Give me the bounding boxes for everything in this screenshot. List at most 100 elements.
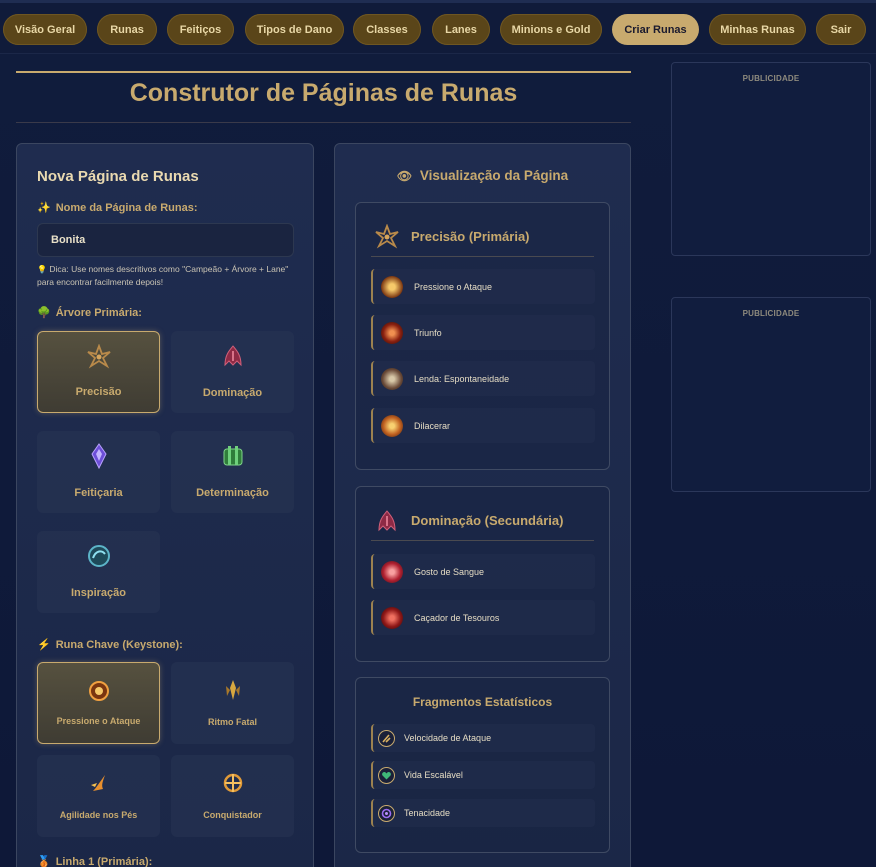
nav-tipos-de-dano[interactable]: Tipos de Dano	[245, 14, 344, 45]
tree-option-sorcery[interactable]: Feitiçaria	[37, 431, 160, 513]
tree-name: Precisão	[75, 386, 122, 398]
keystone-option-press-the-attack[interactable]: Pressione o Ataque	[37, 662, 160, 744]
primary-tree-label-text: Árvore Primária:	[55, 306, 142, 319]
lethal-tempo-icon	[225, 680, 240, 700]
preview-title-text: Visualização da Página	[419, 168, 569, 183]
treasure-hunter-icon	[381, 606, 403, 629]
rune-name: Pressione o Ataque	[414, 281, 493, 292]
keystone-name: Pressione o Ataque	[56, 716, 141, 726]
secondary-rune-row: Caçador de Tesouros	[371, 600, 595, 635]
rune-name: Caçador de Tesouros	[414, 612, 500, 623]
shard-name: Tenacidade	[404, 808, 451, 818]
shard-row: Vida Escalável	[371, 761, 595, 789]
nav-lanes[interactable]: Lanes	[432, 14, 490, 45]
tree-option-precision[interactable]: Precisão	[37, 331, 160, 413]
preview-title: 👁 Visualização da Página	[335, 168, 630, 183]
taste-of-blood-icon	[381, 560, 403, 583]
primary-tree-preview: Precisão (Primária) Pressione o Ataque T…	[355, 202, 610, 470]
rune-name: Triunfo	[414, 327, 442, 338]
sorcery-icon	[90, 443, 107, 469]
precision-icon	[375, 223, 399, 248]
primary-rune-row: Triunfo	[371, 315, 595, 350]
keystone-name: Agilidade nos Pés	[59, 810, 138, 820]
shard-name: Vida Escalável	[404, 770, 463, 780]
keystone-label: ⚡ Runa Chave (Keystone):	[37, 638, 183, 652]
nav-minhas-runas[interactable]: Minhas Runas	[709, 14, 806, 45]
nav-sair[interactable]: Sair	[816, 14, 866, 45]
tree-option-inspiration[interactable]: Inspiração	[37, 531, 160, 613]
rune-name: Dilacerar	[414, 420, 451, 431]
keystone-label-text: Runa Chave (Keystone):	[55, 638, 183, 651]
keystone-option-fleet-footwork[interactable]: Agilidade nos Pés	[37, 755, 160, 837]
page-name-label: ✨ Nome da Página de Runas:	[37, 201, 198, 215]
nav-criar-runas[interactable]: Criar Runas	[612, 14, 699, 45]
shards-title: Fragmentos Estatísticos	[412, 695, 553, 709]
tree-name: Determinação	[196, 487, 269, 499]
resolve-icon	[223, 446, 242, 466]
lightbulb-icon: 💡	[37, 265, 47, 274]
eye-icon: 👁	[396, 169, 413, 183]
inspiration-icon	[87, 545, 110, 567]
secondary-tree-title: Dominação (Secundária)	[411, 513, 564, 528]
row1-label: 🥉 Linha 1 (Primária):	[37, 855, 152, 867]
shard-name: Velocidade de Ataque	[404, 733, 492, 743]
primary-rune-row: Pressione o Ataque	[371, 269, 595, 304]
nav-minions-e-gold[interactable]: Minions e Gold	[500, 14, 602, 45]
tree-icon: 🌳	[37, 307, 51, 319]
attack-speed-icon	[378, 729, 395, 747]
row1-label-text: Linha 1 (Primária):	[55, 855, 153, 867]
ad-slot-bottom: PUBLICIDADE	[671, 297, 871, 492]
keystone-option-lethal-tempo[interactable]: Ritmo Fatal	[171, 662, 294, 744]
primary-rune-row: Dilacerar	[371, 408, 595, 443]
rune-name: Lenda: Espontaneidade	[414, 373, 510, 384]
shard-row: Tenacidade	[371, 799, 595, 827]
page-title-bar: Construtor de Páginas de Runas	[16, 71, 631, 123]
stat-shards-preview: Fragmentos Estatísticos Velocidade de At…	[355, 677, 610, 853]
page-name-input[interactable]	[37, 223, 294, 257]
conqueror-icon	[223, 773, 242, 793]
primary-rune-row: Lenda: Espontaneidade	[371, 361, 595, 396]
primary-tree-label: 🌳 Árvore Primária:	[37, 306, 142, 320]
ad-label: PUBLICIDADE	[742, 74, 800, 83]
rune-name: Gosto de Sangue	[414, 566, 485, 577]
tree-name: Dominação	[202, 387, 263, 399]
lightning-icon: ⚡	[37, 639, 51, 651]
domination-icon	[223, 345, 242, 367]
tree-option-resolve[interactable]: Determinação	[171, 431, 294, 513]
press-the-attack-icon	[88, 681, 109, 701]
ad-label: PUBLICIDADE	[742, 309, 800, 318]
tree-option-domination[interactable]: Dominação	[171, 331, 294, 413]
fleet-footwork-icon	[90, 775, 105, 791]
domination-icon	[378, 509, 396, 531]
page-title: Construtor de Páginas de Runas	[129, 79, 518, 107]
rune-builder-panel: Nova Página de Runas ✨ Nome da Página de…	[16, 143, 314, 867]
tree-name: Feitiçaria	[74, 487, 123, 499]
press-the-attack-icon	[381, 275, 403, 298]
sparkles-icon: ✨	[37, 202, 51, 214]
secondary-rune-row: Gosto de Sangue	[371, 554, 595, 589]
page-name-label-text: Nome da Página de Runas:	[55, 201, 198, 214]
tip-text: Dica: Use nomes descritivos como "Campeã…	[37, 264, 289, 287]
ad-slot-top: PUBLICIDADE	[671, 62, 871, 256]
keystone-name: Conquistador	[203, 810, 262, 820]
tenacity-icon	[378, 804, 395, 822]
nav-classes[interactable]: Classes	[353, 14, 421, 45]
top-navigation: Visão Geral Runas Feitiços Tipos de Dano…	[0, 0, 876, 54]
legend-alacrity-icon	[381, 367, 403, 390]
keystone-name: Ritmo Fatal	[207, 717, 257, 727]
page-preview-panel: 👁 Visualização da Página Precisão (Primá…	[334, 143, 631, 867]
page-name-tip: 💡 Dica: Use nomes descritivos como "Camp…	[37, 263, 307, 289]
precision-icon	[86, 344, 111, 369]
nav-feiticos[interactable]: Feitiços	[167, 14, 234, 45]
cut-down-icon	[381, 414, 403, 437]
nav-runas[interactable]: Runas	[97, 14, 157, 45]
bronze-medal-icon: 🥉	[37, 856, 51, 867]
nav-visao-geral[interactable]: Visão Geral	[3, 14, 87, 45]
primary-tree-title: Precisão (Primária)	[411, 229, 530, 244]
secondary-tree-header: Dominação (Secundária)	[371, 501, 594, 541]
shard-row: Velocidade de Ataque	[371, 724, 595, 752]
triumph-icon	[381, 321, 403, 344]
keystone-option-conqueror[interactable]: Conquistador	[171, 755, 294, 837]
builder-title: Nova Página de Runas	[37, 168, 199, 185]
secondary-tree-preview: Dominação (Secundária) Gosto de Sangue C…	[355, 486, 610, 662]
